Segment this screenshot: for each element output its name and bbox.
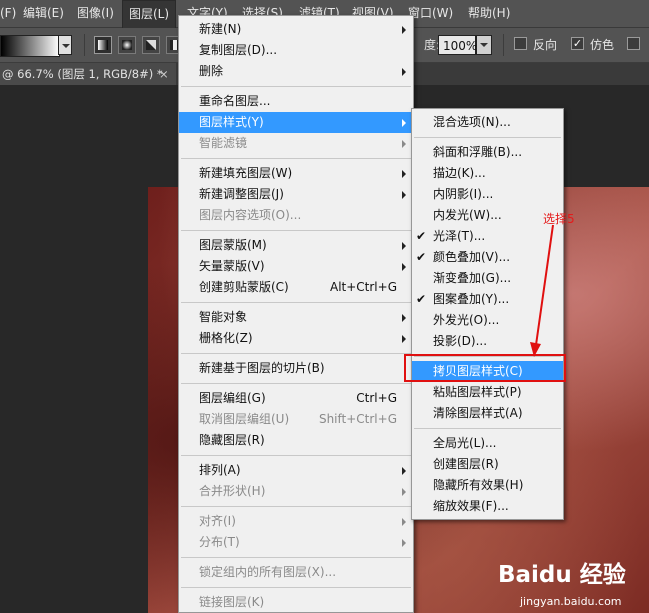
watermark-url: jingyan.baidu.com: [520, 595, 622, 608]
watermark: Baidu 经验 jingyan.baidu.com: [498, 555, 648, 611]
annotation-arrow: [530, 224, 554, 357]
baidu-logo: Baidu 经验: [498, 562, 626, 588]
